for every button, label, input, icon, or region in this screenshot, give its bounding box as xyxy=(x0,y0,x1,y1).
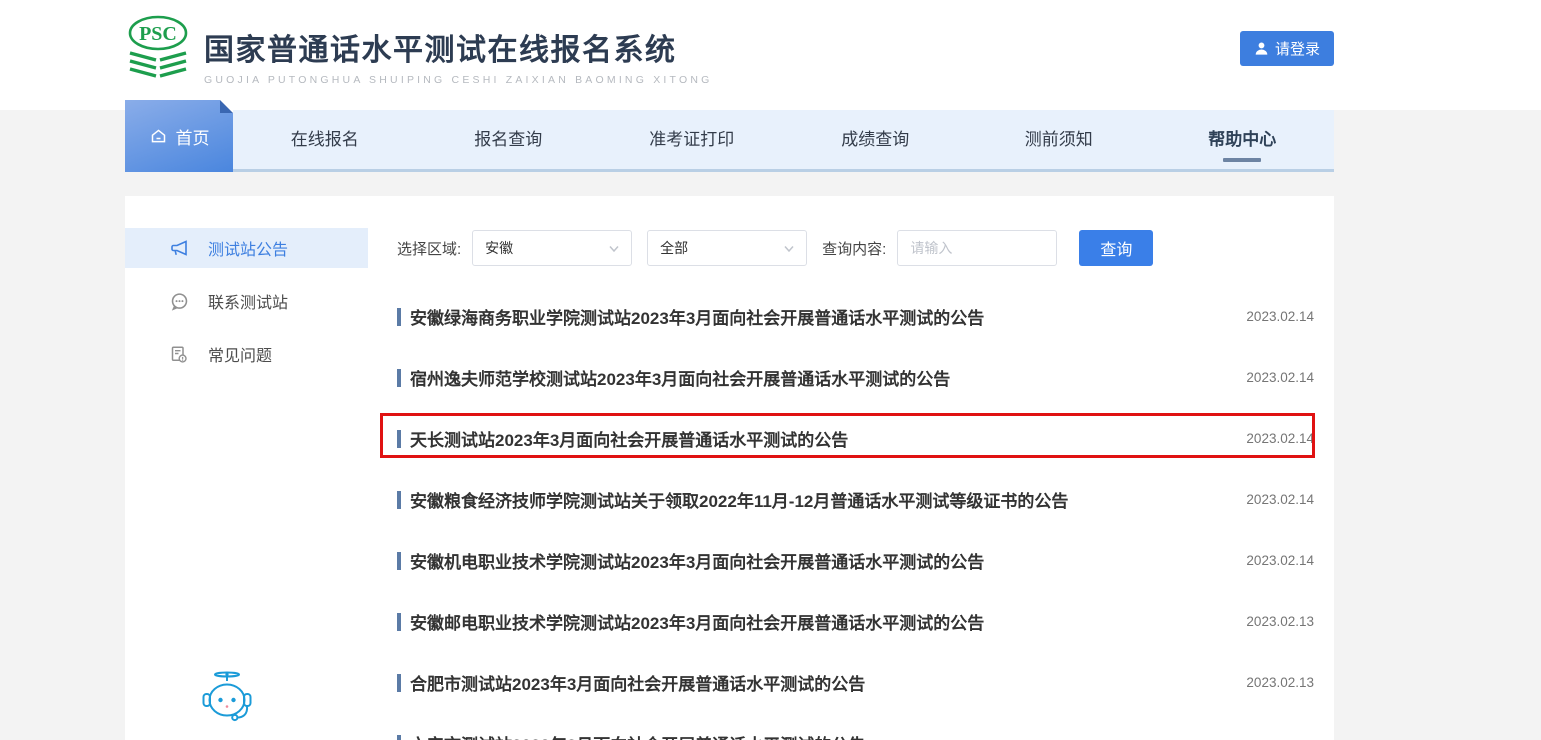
announcement-row[interactable]: 六安市测试站2023年3月面向社会开展普通话水平测试的公告 xyxy=(397,713,1314,740)
sidebar-item-label: 常见问题 xyxy=(208,348,273,365)
sidebar-item-label: 联系测试站 xyxy=(208,295,289,312)
announcement-title[interactable]: 天长测试站2023年3月面向社会开展普通话水平测试的公告 xyxy=(410,426,1226,451)
region-select-value: 安徽 xyxy=(485,240,514,256)
nav-home-label: 首页 xyxy=(175,128,210,148)
announcement-title[interactable]: 合肥市测试站2023年3月面向社会开展普通话水平测试的公告 xyxy=(410,670,1226,695)
sidebar-item-test-station-announcements[interactable]: 测试站公告 xyxy=(125,228,368,268)
header: PSC 国家普通话水平测试在线报名系统 GUOJIA PUTONGHUA SHU… xyxy=(0,0,1541,110)
region-select[interactable]: 安徽 xyxy=(472,230,633,266)
announcement-date: 2023.02.14 xyxy=(1246,370,1314,385)
nav-tab-pretest-notice[interactable]: 测前须知 xyxy=(967,110,1151,169)
faq-icon xyxy=(170,346,190,363)
nav-tab-help-center[interactable]: 帮助中心 xyxy=(1151,110,1335,169)
announcement-date: 2023.02.14 xyxy=(1246,309,1314,324)
announcement-row-highlighted[interactable]: 天长测试站2023年3月面向社会开展普通话水平测试的公告 2023.02.14 xyxy=(397,408,1314,469)
home-icon xyxy=(151,129,165,143)
sidebar-item-faq[interactable]: 常见问题 xyxy=(125,334,368,374)
announcement-title[interactable]: 安徽绿海商务职业学院测试站2023年3月面向社会开展普通话水平测试的公告 xyxy=(410,304,1226,329)
sidebar-item-contact-test-station[interactable]: 联系测试站 xyxy=(125,281,368,321)
brand: PSC 国家普通话水平测试在线报名系统 GUOJIA PUTONGHUA SHU… xyxy=(127,15,712,86)
announcement-date: 2023.02.14 xyxy=(1246,492,1314,507)
nav-tab-home[interactable]: 首页 xyxy=(125,100,233,172)
sidebar: 测试站公告 联系测试站 常见问题 xyxy=(125,196,368,740)
announcement-title[interactable]: 宿州逸夫师范学校测试站2023年3月面向社会开展普通话水平测试的公告 xyxy=(410,365,1226,390)
category-select[interactable]: 全部 xyxy=(647,230,808,266)
announcement-date: 2023.02.13 xyxy=(1246,675,1314,690)
psc-logo-icon: PSC xyxy=(128,15,188,78)
login-label: 请登录 xyxy=(1274,41,1320,58)
announcement-title[interactable]: 安徽机电职业技术学院测试站2023年3月面向社会开展普通话水平测试的公告 xyxy=(410,548,1226,573)
brand-text: 国家普通话水平测试在线报名系统 GUOJIA PUTONGHUA SHUIPIN… xyxy=(204,15,712,86)
announcement-row[interactable]: 安徽邮电职业技术学院测试站2023年3月面向社会开展普通话水平测试的公告 202… xyxy=(397,591,1314,652)
search-button[interactable]: 查询 xyxy=(1079,230,1154,266)
announcement-row[interactable]: 安徽绿海商务职业学院测试站2023年3月面向社会开展普通话水平测试的公告 202… xyxy=(397,286,1314,347)
row-accent-bar xyxy=(397,490,401,509)
nav-items: 在线报名 报名查询 准考证打印 成绩查询 测前须知 帮助中心 xyxy=(233,110,1334,169)
announcement-date: 2023.02.14 xyxy=(1246,431,1314,446)
active-tab-underline xyxy=(1223,158,1262,162)
announcement-list: 安徽绿海商务职业学院测试站2023年3月面向社会开展普通话水平测试的公告 202… xyxy=(397,286,1314,740)
filter-row: 选择区域: 安徽 全部 查询内容: 查询 xyxy=(397,230,1154,266)
page: PSC 国家普通话水平测试在线报名系统 GUOJIA PUTONGHUA SHU… xyxy=(0,0,1541,740)
main-content: 选择区域: 安徽 全部 查询内容: 查询 xyxy=(368,196,1334,740)
announcement-date: 2023.02.13 xyxy=(1246,614,1314,629)
nav-tab-admission-ticket-print[interactable]: 准考证打印 xyxy=(600,110,784,169)
chevron-down-icon xyxy=(609,245,619,252)
announcement-title[interactable]: 六安市测试站2023年3月面向社会开展普通话水平测试的公告 xyxy=(410,731,1294,740)
announcement-title[interactable]: 安徽粮食经济技师学院测试站关于领取2022年11月-12月普通话水平测试等级证书… xyxy=(410,487,1226,512)
megaphone-icon xyxy=(170,239,190,257)
row-accent-bar xyxy=(397,368,401,387)
announcement-row[interactable]: 宿州逸夫师范学校测试站2023年3月面向社会开展普通话水平测试的公告 2023.… xyxy=(397,347,1314,408)
region-filter-label: 选择区域: xyxy=(397,240,462,258)
announcement-row[interactable]: 安徽粮食经济技师学院测试站关于领取2022年11月-12月普通话水平测试等级证书… xyxy=(397,469,1314,530)
row-accent-bar xyxy=(397,551,401,570)
nav-tab-score-query[interactable]: 成绩查询 xyxy=(784,110,968,169)
content-card: 测试站公告 联系测试站 常见问题 选择区域: 安徽 全部 查询内容: 请输入 查… xyxy=(125,196,1334,740)
service-robot-icon[interactable] xyxy=(201,670,253,724)
main-nav: 首页 在线报名 报名查询 准考证打印 成绩查询 测前须知 帮助中心 xyxy=(125,100,1334,172)
row-accent-bar xyxy=(397,307,401,326)
announcement-title[interactable]: 安徽邮电职业技术学院测试站2023年3月面向社会开展普通话水平测试的公告 xyxy=(410,609,1226,634)
nav-tab-registration-query[interactable]: 报名查询 xyxy=(417,110,601,169)
query-input[interactable] xyxy=(897,230,1058,266)
row-accent-bar xyxy=(397,673,401,692)
chevron-down-icon xyxy=(784,245,794,252)
row-accent-bar xyxy=(397,612,401,631)
row-accent-bar xyxy=(397,734,401,740)
svg-text:PSC: PSC xyxy=(139,23,177,45)
nav-tab-online-registration[interactable]: 在线报名 xyxy=(233,110,417,169)
site-title: 国家普通话水平测试在线报名系统 xyxy=(204,34,677,67)
site-subtitle: GUOJIA PUTONGHUA SHUIPING CESHI ZAIXIAN … xyxy=(204,74,713,86)
announcement-row[interactable]: 安徽机电职业技术学院测试站2023年3月面向社会开展普通话水平测试的公告 202… xyxy=(397,530,1314,591)
query-content-label: 查询内容: xyxy=(822,240,887,258)
chat-icon xyxy=(170,292,190,311)
login-button[interactable]: 请登录 xyxy=(1240,31,1334,66)
tab-fold-corner xyxy=(220,100,233,113)
category-select-value: 全部 xyxy=(660,240,689,256)
announcement-date: 2023.02.14 xyxy=(1246,553,1314,568)
announcement-row[interactable]: 合肥市测试站2023年3月面向社会开展普通话水平测试的公告 2023.02.13 xyxy=(397,652,1314,713)
sidebar-item-label: 测试站公告 xyxy=(208,242,289,259)
row-accent-bar xyxy=(397,429,401,448)
user-icon xyxy=(1255,42,1268,55)
